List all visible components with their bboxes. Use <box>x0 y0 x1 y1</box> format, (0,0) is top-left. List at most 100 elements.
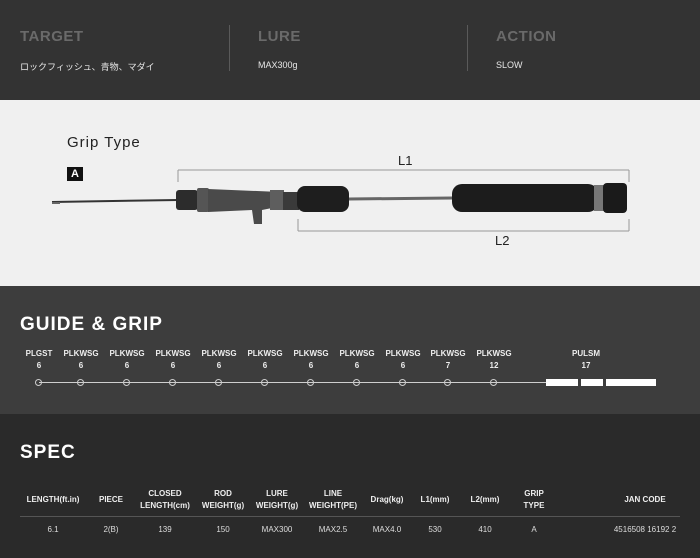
spec-value: 4516508 16192 2 <box>613 525 677 534</box>
spec-header: GRIP TYPE <box>524 488 545 512</box>
spec-header: JAN CODE <box>624 494 665 506</box>
divider <box>229 25 230 71</box>
l1-label: L1 <box>398 153 413 168</box>
spec-header-line: L2(mm) <box>470 495 500 504</box>
guide-name: PLKWSG <box>109 349 145 358</box>
guide-grip-title: GUIDE & GRIP <box>20 314 163 335</box>
guide-line <box>39 382 546 383</box>
l1-dimension <box>177 169 630 182</box>
guide-name: PLKWSG <box>430 349 466 358</box>
grip-bar <box>546 379 578 386</box>
spec-value: 150 <box>216 525 230 534</box>
guide-name: PLKWSG <box>63 349 99 358</box>
guide-item: PLKWSG 6 <box>104 348 150 372</box>
target-heading: TARGET <box>20 28 84 45</box>
spec-header-line: WEIGHT(g) <box>255 501 299 510</box>
reel-seat-nut <box>197 188 209 212</box>
fore-grip <box>176 190 198 210</box>
spec-header-line: TYPE <box>523 501 545 510</box>
guide-size: 6 <box>170 361 176 370</box>
grip-bar <box>606 379 656 386</box>
spec-header: LENGTH(ft.in) <box>27 494 80 506</box>
target-value: ロックフィッシュ、青物、マダイ <box>20 62 155 72</box>
grip-type-section: Grip Type A L1 L2 <box>0 100 700 286</box>
spec-value: MAX2.5 <box>318 525 348 534</box>
spec-header: LURE WEIGHT(g) <box>256 488 298 512</box>
spec-header-line: LINE <box>323 489 343 498</box>
spec-value: 6.1 <box>47 525 59 534</box>
butt-blank <box>348 196 453 201</box>
spec-header-line: LENGTH(ft.in) <box>26 495 80 504</box>
guide-item: PLKWSG 6 <box>334 348 380 372</box>
spec-value: MAX4.0 <box>372 525 402 534</box>
spec-header-line: CLOSED <box>148 489 182 498</box>
spec-header: CLOSED LENGTH(cm) <box>140 488 190 512</box>
spec-header-line: Drag(kg) <box>370 495 404 504</box>
spec-value: 2(B) <box>103 525 119 534</box>
butt-ring <box>594 185 604 211</box>
guide-name: PLKWSG <box>201 349 237 358</box>
spec-value: A <box>531 525 537 534</box>
guide-item: PLGST 6 <box>16 348 62 372</box>
spec-header: PIECE <box>99 494 123 506</box>
spec-value: 530 <box>428 525 442 534</box>
spec-header: L1(mm) <box>421 494 450 506</box>
spec-value: 139 <box>158 525 172 534</box>
spec-header-line: LURE <box>266 489 288 498</box>
lure-value: MAX300g <box>258 60 298 70</box>
guide-name: PLKWSG <box>385 349 421 358</box>
l2-dimension <box>297 219 630 232</box>
spec-section: SPEC LENGTH(ft.in) 6.1 PIECE 2(B) CLOSED LENG… <box>0 414 700 558</box>
guide-name: PLKWSG <box>339 349 375 358</box>
guide-item: PLKWSG 6 <box>380 348 426 372</box>
spec-summary-bar: TARGET ロックフィッシュ、青物、マダイ LURE MAX300g ACTI… <box>0 0 700 100</box>
guide-item: PLKWSG 6 <box>288 348 334 372</box>
mid-grip <box>297 186 349 212</box>
guide-size: 6 <box>36 361 42 370</box>
guide-size: 12 <box>489 361 499 370</box>
guide-item: PLKWSG 7 <box>425 348 471 372</box>
spec-header: ROD WEIGHT(g) <box>202 488 244 512</box>
rod-tip <box>51 199 179 203</box>
spec-header: Drag(kg) <box>371 494 404 506</box>
guide-size: 17 <box>581 361 591 370</box>
guide-item: PLKWSG 6 <box>58 348 104 372</box>
guide-name: PULSM <box>572 349 600 358</box>
spec-title: SPEC <box>20 442 76 463</box>
spec-header-line: ROD <box>214 489 232 498</box>
guide-name: PLKWSG <box>476 349 512 358</box>
guide-name: PLKWSG <box>293 349 329 358</box>
spec-header: LINE WEIGHT(PE) <box>309 488 357 512</box>
l2-label: L2 <box>495 233 510 248</box>
guide-size: 6 <box>354 361 360 370</box>
guide-grip-section: GUIDE & GRIP PLGST 6 PLKWSG 6 PLKWSG 6 PLKWSG 6… <box>0 286 700 414</box>
divider <box>467 25 468 71</box>
guide-size: 6 <box>400 361 406 370</box>
rod-diagram <box>51 169 630 232</box>
spec-header-line: WEIGHT(g) <box>201 501 245 510</box>
guide-name: PLGST <box>25 349 53 358</box>
spec-header-line: L1(mm) <box>420 495 450 504</box>
rear-grip <box>452 184 598 212</box>
action-heading: ACTION <box>496 28 557 45</box>
butt-cap <box>603 183 627 213</box>
spec-header-line: PIECE <box>98 495 124 504</box>
guide-name: PLKWSG <box>155 349 191 358</box>
action-value: SLOW <box>496 60 523 70</box>
guide-item: PULSM 17 <box>563 348 609 372</box>
guide-item: PLKWSG 6 <box>196 348 242 372</box>
guide-size: 7 <box>445 361 451 370</box>
guide-size: 6 <box>78 361 84 370</box>
spec-header-line: JAN CODE <box>624 495 666 504</box>
spec-header: L2(mm) <box>471 494 500 506</box>
spec-header-line: LENGTH(cm) <box>140 501 190 510</box>
spec-value: 410 <box>478 525 492 534</box>
guide-item: PLKWSG 6 <box>242 348 288 372</box>
guide-name: PLKWSG <box>247 349 283 358</box>
guide-size: 6 <box>216 361 222 370</box>
guide-size: 6 <box>124 361 130 370</box>
guide-item: PLKWSG 12 <box>471 348 517 372</box>
spec-header-line: WEIGHT(PE) <box>309 501 357 510</box>
guide-size: 6 <box>308 361 314 370</box>
lure-heading: LURE <box>258 28 301 45</box>
